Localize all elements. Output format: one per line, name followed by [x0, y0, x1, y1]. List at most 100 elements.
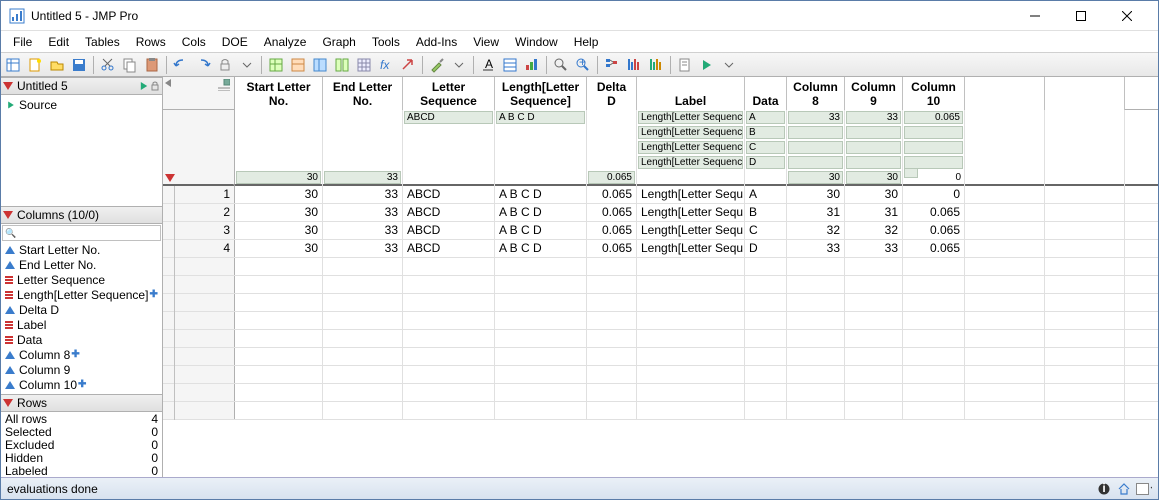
cell[interactable]	[965, 222, 1045, 239]
rows-stat[interactable]: Hidden0	[1, 451, 162, 464]
cell[interactable]: 33	[323, 186, 403, 203]
redo-icon[interactable]	[193, 55, 213, 75]
disclose-icon[interactable]	[3, 211, 13, 219]
columns-panel-header[interactable]: Columns (10/0)	[1, 206, 162, 224]
column-item[interactable]: Delta D	[1, 302, 162, 317]
columns-search-input[interactable]	[2, 225, 161, 241]
column-item[interactable]: Length[Letter Sequence]✚	[1, 287, 162, 302]
summary-cell[interactable]: ABCD	[404, 111, 493, 124]
cell[interactable]	[965, 204, 1045, 221]
lock-icon[interactable]	[215, 55, 235, 75]
lock-icon[interactable]	[150, 81, 160, 91]
table4-icon[interactable]	[332, 55, 352, 75]
menu-add-ins[interactable]: Add-Ins	[408, 33, 465, 51]
column-header[interactable]	[965, 77, 1045, 110]
summary-cell[interactable]: 30	[846, 171, 901, 184]
disclose-icon[interactable]	[3, 82, 13, 90]
menu-window[interactable]: Window	[507, 33, 566, 51]
cell[interactable]: 33	[323, 204, 403, 221]
menu-analyze[interactable]: Analyze	[256, 33, 315, 51]
summary-cell[interactable]: Length[Letter Sequence] 3	[638, 141, 743, 154]
column-header[interactable]: Column 9	[845, 77, 903, 110]
dropdown3-icon[interactable]	[719, 55, 739, 75]
cell[interactable]: Length[Letter Sequ..	[637, 240, 745, 257]
summary-cell[interactable]: A B C D	[496, 111, 585, 124]
cell[interactable]: 31	[787, 204, 845, 221]
dropdown2-icon[interactable]	[449, 55, 469, 75]
grid-icon[interactable]	[354, 55, 374, 75]
cell[interactable]: 0.065	[587, 186, 637, 203]
column-header[interactable]: Data	[745, 77, 787, 110]
summary-cell[interactable]	[846, 126, 901, 139]
brush-icon[interactable]	[427, 55, 447, 75]
doc-icon[interactable]	[675, 55, 695, 75]
table2-icon[interactable]	[288, 55, 308, 75]
rows-panel-header[interactable]: Rows	[1, 394, 162, 412]
menu-tables[interactable]: Tables	[77, 33, 128, 51]
column-header[interactable]: Column 10	[903, 77, 965, 110]
table-row[interactable]: 13033ABCDA B C D0.065Length[Letter Sequ.…	[163, 186, 1158, 204]
column-header[interactable]: Label	[637, 77, 745, 110]
text-icon[interactable]: A	[478, 55, 498, 75]
run-icon[interactable]	[141, 82, 147, 90]
cell[interactable]: B	[745, 204, 787, 221]
cell[interactable]: 0.065	[587, 240, 637, 257]
open-icon[interactable]	[47, 55, 67, 75]
tree-icon[interactable]	[602, 55, 622, 75]
column-item[interactable]: Start Letter No.	[1, 242, 162, 257]
cell[interactable]: D	[745, 240, 787, 257]
summary-cell[interactable]: 30	[788, 171, 843, 184]
menu-rows[interactable]: Rows	[128, 33, 174, 51]
summary-cell[interactable]: Length[Letter Sequence] 1	[638, 111, 743, 124]
row-selector[interactable]	[163, 240, 175, 258]
chart-icon[interactable]	[522, 55, 542, 75]
cell[interactable]	[1045, 222, 1125, 239]
summary-cell[interactable]: C	[746, 141, 785, 154]
table-row[interactable]: 23033ABCDA B C D0.065Length[Letter Sequ.…	[163, 204, 1158, 222]
close-button[interactable]	[1104, 1, 1150, 31]
cell[interactable]	[965, 240, 1045, 257]
new-table-icon[interactable]	[3, 55, 23, 75]
cell[interactable]: 30	[235, 222, 323, 239]
cell[interactable]: 30	[845, 186, 903, 203]
bars2-icon[interactable]	[646, 55, 666, 75]
cell[interactable]	[965, 186, 1045, 203]
disclose-icon[interactable]	[3, 399, 13, 407]
cell[interactable]: 33	[787, 240, 845, 257]
summary-cell[interactable]	[846, 156, 901, 169]
cell[interactable]: 30	[235, 186, 323, 203]
column-item[interactable]: Letter Sequence	[1, 272, 162, 287]
table-panel-header[interactable]: Untitled 5	[1, 77, 162, 95]
data-grid[interactable]: Start Letter No.End Letter No.Letter Seq…	[163, 77, 1158, 477]
cell[interactable]: 31	[845, 204, 903, 221]
cell[interactable]: 33	[323, 240, 403, 257]
maximize-button[interactable]	[1058, 1, 1104, 31]
fx-icon[interactable]: fx	[376, 55, 396, 75]
rows-stat[interactable]: All rows4	[1, 412, 162, 425]
column-header[interactable]: End Letter No.	[323, 77, 403, 110]
cell[interactable]: A B C D	[495, 222, 587, 239]
table-row[interactable]: 43033ABCDA B C D0.065Length[Letter Sequ.…	[163, 240, 1158, 258]
row-header[interactable]: 1	[163, 186, 235, 203]
summary-cell[interactable]: B	[746, 126, 785, 139]
summary-cell[interactable]	[788, 156, 843, 169]
column-header[interactable]: Length[Letter Sequence]	[495, 77, 587, 110]
column-item[interactable]: Column 9	[1, 362, 162, 377]
run-icon[interactable]	[697, 55, 717, 75]
summary-cell[interactable]: Length[Letter Sequence] 4	[638, 156, 743, 169]
menu-view[interactable]: View	[465, 33, 507, 51]
summary-cell[interactable]	[904, 126, 963, 139]
row-header[interactable]: 2	[163, 204, 235, 221]
summary-cell[interactable]: 33	[324, 171, 401, 184]
summary-cell[interactable]: 33	[788, 111, 843, 124]
cell[interactable]: 0.065	[903, 240, 965, 257]
cell[interactable]: 33	[845, 240, 903, 257]
rows-stat[interactable]: Excluded0	[1, 438, 162, 451]
arrow-icon[interactable]	[398, 55, 418, 75]
zoom2-icon[interactable]: +	[573, 55, 593, 75]
summary-cell[interactable]: 0.065	[904, 111, 963, 124]
cell[interactable]: 0.065	[903, 204, 965, 221]
menu-tools[interactable]: Tools	[364, 33, 408, 51]
copy-icon[interactable]	[120, 55, 140, 75]
column-item[interactable]: Label	[1, 317, 162, 332]
